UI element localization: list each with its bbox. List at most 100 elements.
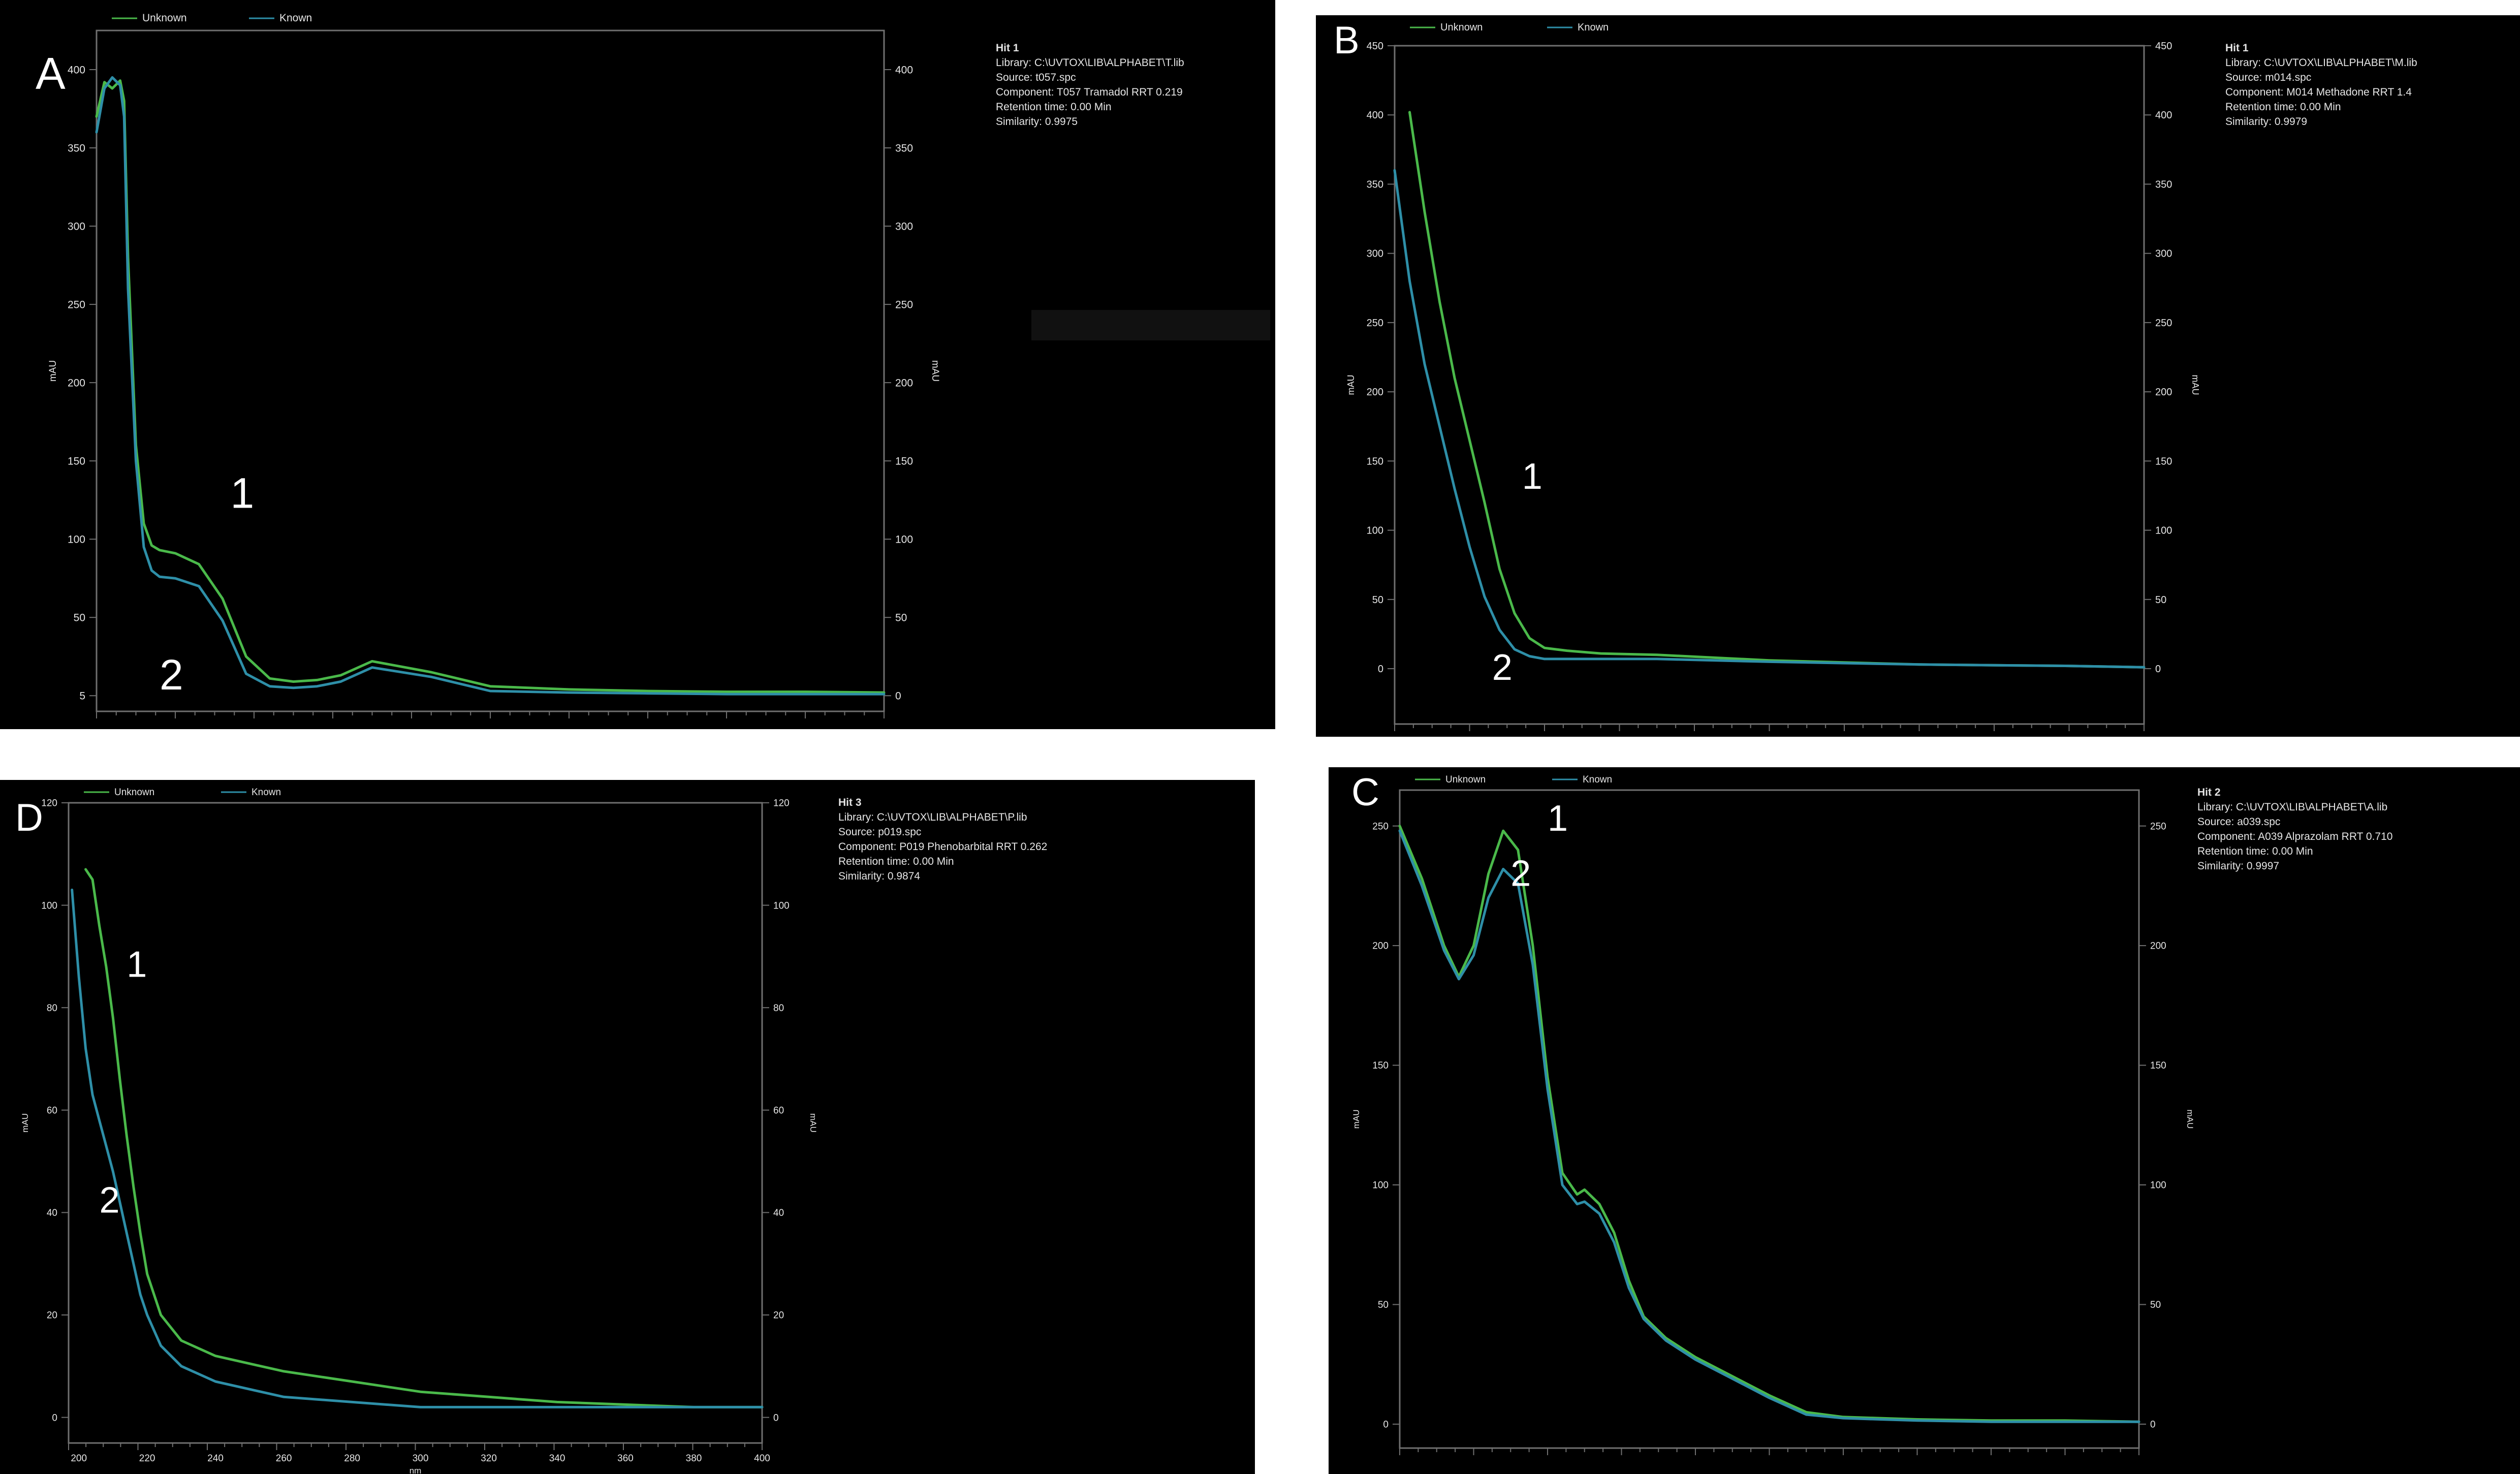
legend-label: Known xyxy=(279,12,312,24)
y2-tick-label: 50 xyxy=(895,612,907,624)
legend-label: Known xyxy=(251,787,281,798)
y2-tick-label: 400 xyxy=(2155,110,2172,121)
y-tick-label: 50 xyxy=(1372,594,1383,606)
panel-letter: D xyxy=(15,796,43,839)
y2-tick-label: 150 xyxy=(2155,456,2172,467)
y-tick-label: 0 xyxy=(1383,1420,1389,1430)
y-tick-label: 0 xyxy=(1378,664,1383,675)
y-tick-label: 400 xyxy=(68,64,85,76)
hit-info-c: Hit 2 Library: C:\UVTOX\LIB\ALPHABET\A.l… xyxy=(2197,785,2392,873)
y-tick-label: 100 xyxy=(41,900,57,911)
y-tick-label: 60 xyxy=(47,1105,57,1116)
series-line-known xyxy=(71,888,764,1408)
y2-axis-label: mAU xyxy=(2185,1110,2195,1129)
source-file: Source: m014.spc xyxy=(2225,72,2312,83)
panel-letter: C xyxy=(1351,771,1379,814)
retention-time: Retention time: 0.00 Min xyxy=(2197,845,2313,857)
y2-tick-label: 350 xyxy=(2155,179,2172,190)
panel-letter: A xyxy=(36,48,66,99)
series-line-known xyxy=(1398,829,2140,1423)
y2-tick-label: 60 xyxy=(773,1105,784,1116)
similarity-score: Similarity: 0.9874 xyxy=(838,870,921,882)
y2-tick-label: 400 xyxy=(895,64,913,76)
y2-tick-label: 350 xyxy=(895,142,913,154)
series-line-unknown xyxy=(1398,825,2140,1423)
y2-axis-label: mAU xyxy=(2190,375,2200,395)
x-tick-label: 380 xyxy=(686,1453,702,1464)
y-tick-label: 150 xyxy=(68,455,85,467)
y-tick-label: 50 xyxy=(1378,1300,1389,1310)
x-tick-label: 260 xyxy=(276,1453,292,1464)
y-tick-label: 40 xyxy=(47,1208,57,1218)
x-axis-label: nm xyxy=(410,1466,422,1474)
y-tick-label: 300 xyxy=(68,221,85,232)
y-tick-label: 250 xyxy=(68,299,85,310)
curve-annotation: 1 xyxy=(1548,798,1568,839)
y2-tick-label: 200 xyxy=(2150,941,2166,952)
x-tick-label: 200 xyxy=(71,1453,87,1464)
y-tick-label: 5 xyxy=(79,691,85,702)
y-tick-label: 0 xyxy=(52,1413,57,1423)
y2-tick-label: 120 xyxy=(773,798,790,809)
component-name: Component: P019 Phenobarbital RRT 0.262 xyxy=(838,841,1048,853)
source-file: Source: t057.spc xyxy=(996,72,1076,83)
curve-annotation: 1 xyxy=(231,469,255,517)
legend-label: Unknown xyxy=(114,787,154,798)
y2-tick-label: 250 xyxy=(895,299,913,310)
y2-tick-label: 80 xyxy=(773,1003,784,1014)
y-tick-label: 350 xyxy=(1367,179,1383,190)
y-tick-label: 100 xyxy=(1372,1180,1389,1191)
y-axis-label: mAU xyxy=(20,1113,30,1133)
x-tick-label: 400 xyxy=(754,1453,770,1464)
curve-annotation: 1 xyxy=(1522,456,1542,497)
retention-time: Retention time: 0.00 Min xyxy=(2225,101,2341,113)
similarity-score: Similarity: 0.9975 xyxy=(996,116,1078,128)
y2-tick-label: 20 xyxy=(773,1310,784,1321)
curve-annotation: 2 xyxy=(1492,647,1513,688)
library-path: Library: C:\UVTOX\LIB\ALPHABET\A.lib xyxy=(2197,801,2388,813)
y-tick-label: 200 xyxy=(68,377,85,389)
y2-tick-label: 250 xyxy=(2150,821,2166,832)
x-tick-label: 280 xyxy=(344,1453,360,1464)
y-tick-label: 350 xyxy=(68,142,85,154)
x-tick-label: 340 xyxy=(549,1453,565,1464)
y-tick-label: 250 xyxy=(1367,318,1383,329)
similarity-score: Similarity: 0.9979 xyxy=(2225,116,2308,128)
y-tick-label: 80 xyxy=(47,1003,57,1014)
y2-tick-label: 200 xyxy=(895,377,913,389)
y2-tick-label: 100 xyxy=(2150,1180,2166,1191)
legend-label: Known xyxy=(1583,774,1612,785)
y2-tick-label: 450 xyxy=(2155,41,2172,52)
hit-info-a: Hit 1 Library: C:\UVTOX\LIB\ALPHABET\T.l… xyxy=(996,41,1184,129)
source-file: Source: p019.spc xyxy=(838,826,922,838)
y2-tick-label: 250 xyxy=(2155,318,2172,329)
y2-tick-label: 0 xyxy=(773,1413,779,1423)
legend-label: Unknown xyxy=(1440,22,1483,33)
y-tick-label: 200 xyxy=(1367,387,1383,398)
library-path: Library: C:\UVTOX\LIB\ALPHABET\T.lib xyxy=(996,57,1184,69)
hit-title: Hit 3 xyxy=(838,797,862,808)
hit-title: Hit 1 xyxy=(996,42,1019,54)
curve-annotation: 1 xyxy=(127,945,147,985)
chart-panel-a: 5 0 50 50 100 100 150 150 200 200 250 250 300 300 350 3… xyxy=(0,0,1275,729)
y-axis-label: mAU xyxy=(48,360,58,382)
y-tick-label: 250 xyxy=(1372,821,1389,832)
y2-tick-label: 200 xyxy=(2155,387,2172,398)
plot-frame xyxy=(1394,45,2145,725)
component-name: Component: M014 Methadone RRT 1.4 xyxy=(2225,86,2412,98)
y-axis-label: mAU xyxy=(1346,375,1356,395)
y2-tick-label: 0 xyxy=(2155,664,2161,675)
x-tick-label: 360 xyxy=(617,1453,634,1464)
chart-d-plot: 0 0 20 20 40 40 60 60 80 80 100 100 120 120 200 220 240 2… xyxy=(15,787,818,1474)
y-tick-label: 120 xyxy=(41,798,57,809)
y-tick-label: 200 xyxy=(1372,941,1389,952)
y2-tick-label: 150 xyxy=(2150,1060,2166,1071)
curve-annotation: 2 xyxy=(1510,853,1531,894)
chart-panel-d: 0 0 20 20 40 40 60 60 80 80 100 100 120 120 200 220 240 2… xyxy=(0,780,1255,1474)
x-tick-label: 240 xyxy=(207,1453,224,1464)
y-tick-label: 150 xyxy=(1367,456,1383,467)
x-tick-label: 320 xyxy=(481,1453,497,1464)
component-name: Component: A039 Alprazolam RRT 0.710 xyxy=(2197,831,2393,842)
retention-time: Retention time: 0.00 Min xyxy=(838,856,954,867)
retention-time: Retention time: 0.00 Min xyxy=(996,101,1112,113)
